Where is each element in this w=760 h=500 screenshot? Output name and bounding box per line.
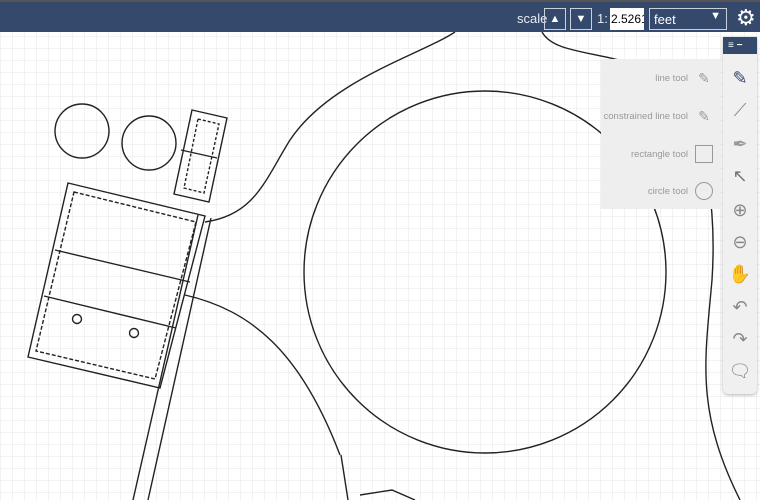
flyout-label: circle tool [647,185,688,197]
flyout-label: constrained line tool [603,110,689,122]
tool-flyout: line tool ✎ constrained line tool ✎ rectan… [601,59,720,209]
select-arrow-icon[interactable]: ↖ [723,163,757,189]
pan-hand-icon[interactable]: ✋ [723,261,757,287]
gear-icon[interactable]: ⚙ [736,7,756,29]
chevron-down-icon: ▼ [710,10,721,22]
undo-icon[interactable]: ↶ [723,294,757,320]
flyout-line-tool[interactable]: line tool ✎ [655,66,714,90]
menu-icon[interactable]: ≡ [728,40,734,51]
minimize-icon[interactable]: − [737,40,743,51]
flyout-rectangle-tool[interactable]: rectangle tool [631,142,714,166]
scale-input[interactable] [610,8,644,30]
zoom-in-icon[interactable]: ⊕ [723,197,757,223]
unit-select[interactable]: feet ▼ [649,8,727,30]
comment-icon[interactable]: 🗨 [723,358,757,384]
toolbar-header[interactable]: ≡ − [723,37,757,54]
redo-icon[interactable]: ↷ [723,326,757,352]
flyout-label: rectangle tool [630,148,688,160]
pen-tool-icon[interactable]: ✒ [723,131,757,157]
pencil-plus-icon: ✎ [698,107,710,124]
rectangle-icon [694,144,714,164]
scale-down-button[interactable]: ▼ [570,8,592,30]
magic-wand-icon[interactable]: ⟋ [723,97,757,123]
pencil-line-icon: ✎ [698,69,710,86]
scale-up-button[interactable]: ▲ [544,8,566,30]
tool-palette: ≡ − ✎ ⟋ ✒ ↖ ⊕ ⊖ ✋ ↶ ↷ 🗨 [723,37,757,394]
flyout-label: line tool [655,72,688,84]
scale-label: scale [517,11,548,26]
unit-value: feet [654,12,676,27]
top-bar: scale ▲ ▼ 1: feet ▼ ⚙ [0,0,760,32]
zoom-out-icon[interactable]: ⊖ [723,229,757,255]
ratio-prefix: 1: [597,11,608,26]
pencil-line-icon[interactable]: ✎ [723,65,757,91]
flyout-circle-tool[interactable]: circle tool [648,179,714,203]
circle-icon [694,181,714,201]
flyout-constrained-line-tool[interactable]: constrained line tool ✎ [604,104,715,128]
